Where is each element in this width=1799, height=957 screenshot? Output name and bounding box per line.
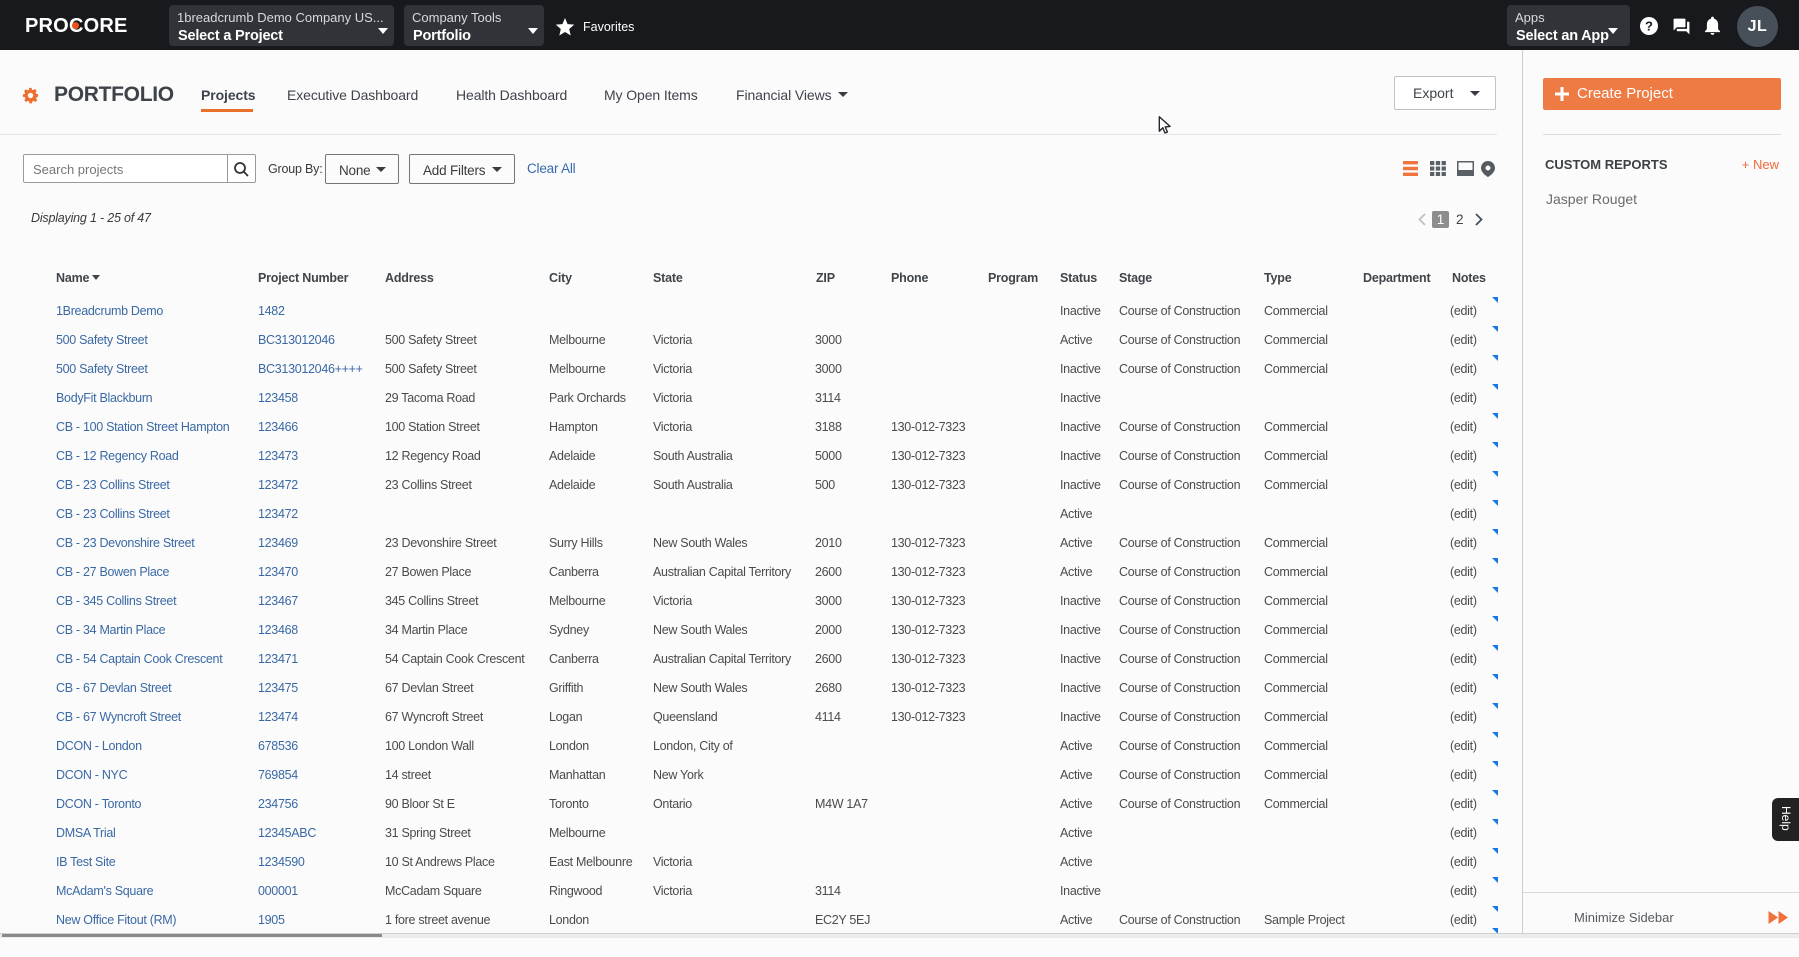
- svg-text:?: ?: [1645, 19, 1653, 34]
